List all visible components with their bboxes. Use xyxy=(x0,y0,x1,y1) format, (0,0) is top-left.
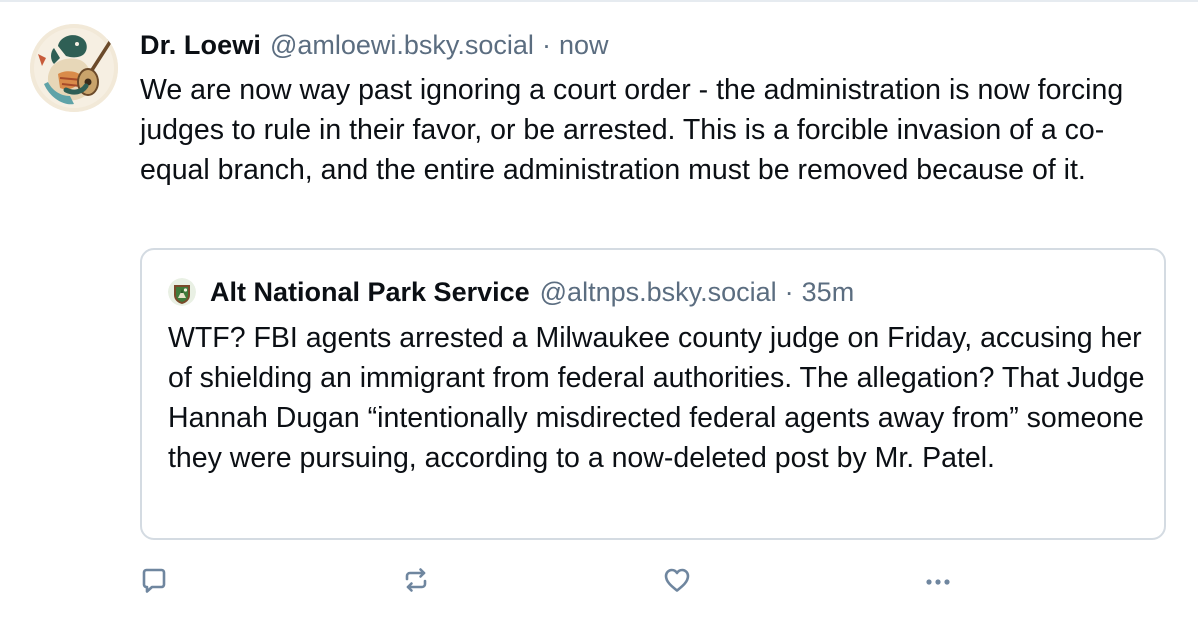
author-handle[interactable]: @amloewi.bsky.social xyxy=(270,28,534,62)
post-actions xyxy=(0,560,1198,600)
reply-button[interactable] xyxy=(134,560,174,600)
quoted-post-timestamp[interactable]: 35m xyxy=(802,274,855,310)
heart-icon xyxy=(664,568,690,592)
post-text: We are now way past ignoring a court ord… xyxy=(140,74,1132,186)
separator-dot: · xyxy=(541,30,551,60)
quoted-author-name[interactable]: Alt National Park Service xyxy=(210,274,530,310)
quoted-post-header: Alt National Park Service @altnps.bsky.s… xyxy=(168,274,854,310)
post-timestamp[interactable]: now xyxy=(559,28,609,62)
quoted-author-handle[interactable]: @altnps.bsky.social xyxy=(540,274,777,310)
like-button[interactable] xyxy=(657,560,697,600)
post-header: Dr. Loewi @amloewi.bsky.social · now xyxy=(140,28,608,62)
repost-button[interactable] xyxy=(396,560,436,600)
author-avatar[interactable] xyxy=(30,24,118,112)
park-service-badge-icon xyxy=(168,278,196,306)
author-name[interactable]: Dr. Loewi xyxy=(140,28,261,62)
quoted-separator-dot: · xyxy=(784,277,794,307)
quoted-post[interactable]: Alt National Park Service @altnps.bsky.s… xyxy=(140,248,1166,540)
more-horizontal-icon xyxy=(926,579,950,585)
more-options-button[interactable] xyxy=(918,560,958,600)
post[interactable]: Dr. Loewi @amloewi.bsky.social · now We … xyxy=(0,0,1198,626)
reply-icon xyxy=(142,568,166,593)
avatar-illustration xyxy=(30,24,118,112)
quoted-post-text: WTF? FBI agents arrested a Milwaukee cou… xyxy=(168,322,1153,474)
quoted-author-avatar[interactable] xyxy=(168,278,196,306)
repost-icon xyxy=(405,568,427,592)
